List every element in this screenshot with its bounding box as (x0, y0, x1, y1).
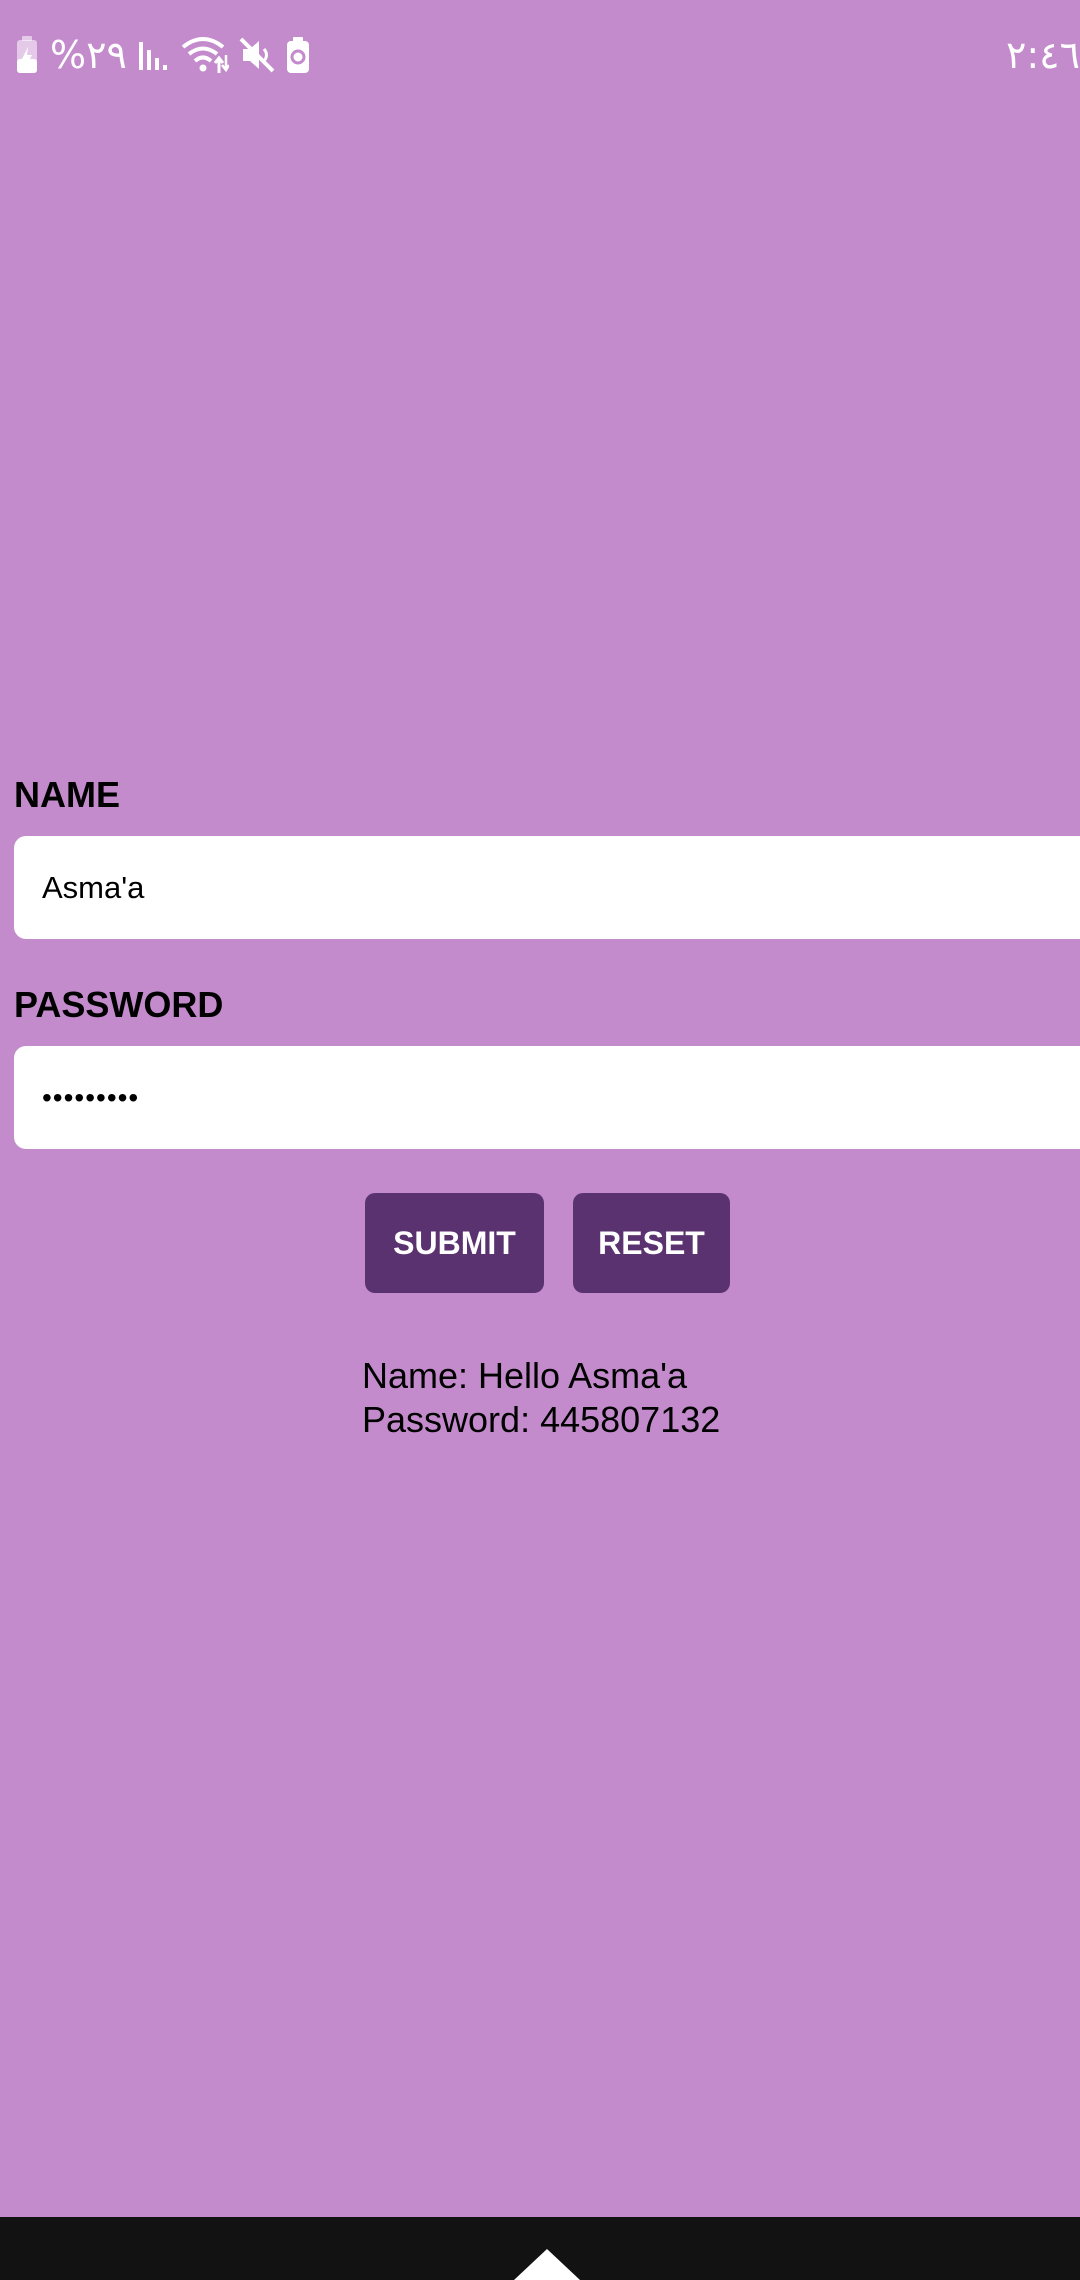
battery-percent: %٢٩ (50, 33, 127, 77)
submit-button[interactable]: SUBMIT (365, 1193, 544, 1293)
signal-icon (137, 38, 171, 72)
password-label: PASSWORD (14, 984, 224, 1025)
result-name-line: Name: Hello Asma'a (362, 1355, 688, 1396)
reset-button[interactable]: RESET (573, 1193, 730, 1293)
result-output: Name: Hello Asma'a Password: 445807132 (362, 1354, 720, 1442)
navigation-bar (0, 2217, 1080, 2280)
status-time: ٢:٤٦ (1005, 33, 1080, 77)
result-password-line: Password: 445807132 (362, 1399, 721, 1440)
name-input[interactable] (14, 836, 1080, 939)
status-icons: %٢٩ (14, 28, 311, 82)
name-label: NAME (14, 774, 120, 815)
mute-icon (239, 37, 275, 73)
password-input[interactable] (14, 1046, 1080, 1149)
wifi-icon (181, 35, 229, 75)
chevron-up-icon[interactable] (510, 2243, 584, 2280)
battery-saver-icon (285, 36, 311, 74)
battery-charging-icon (14, 35, 40, 75)
status-bar: %٢٩ ٢:٤٦ (0, 0, 1080, 110)
